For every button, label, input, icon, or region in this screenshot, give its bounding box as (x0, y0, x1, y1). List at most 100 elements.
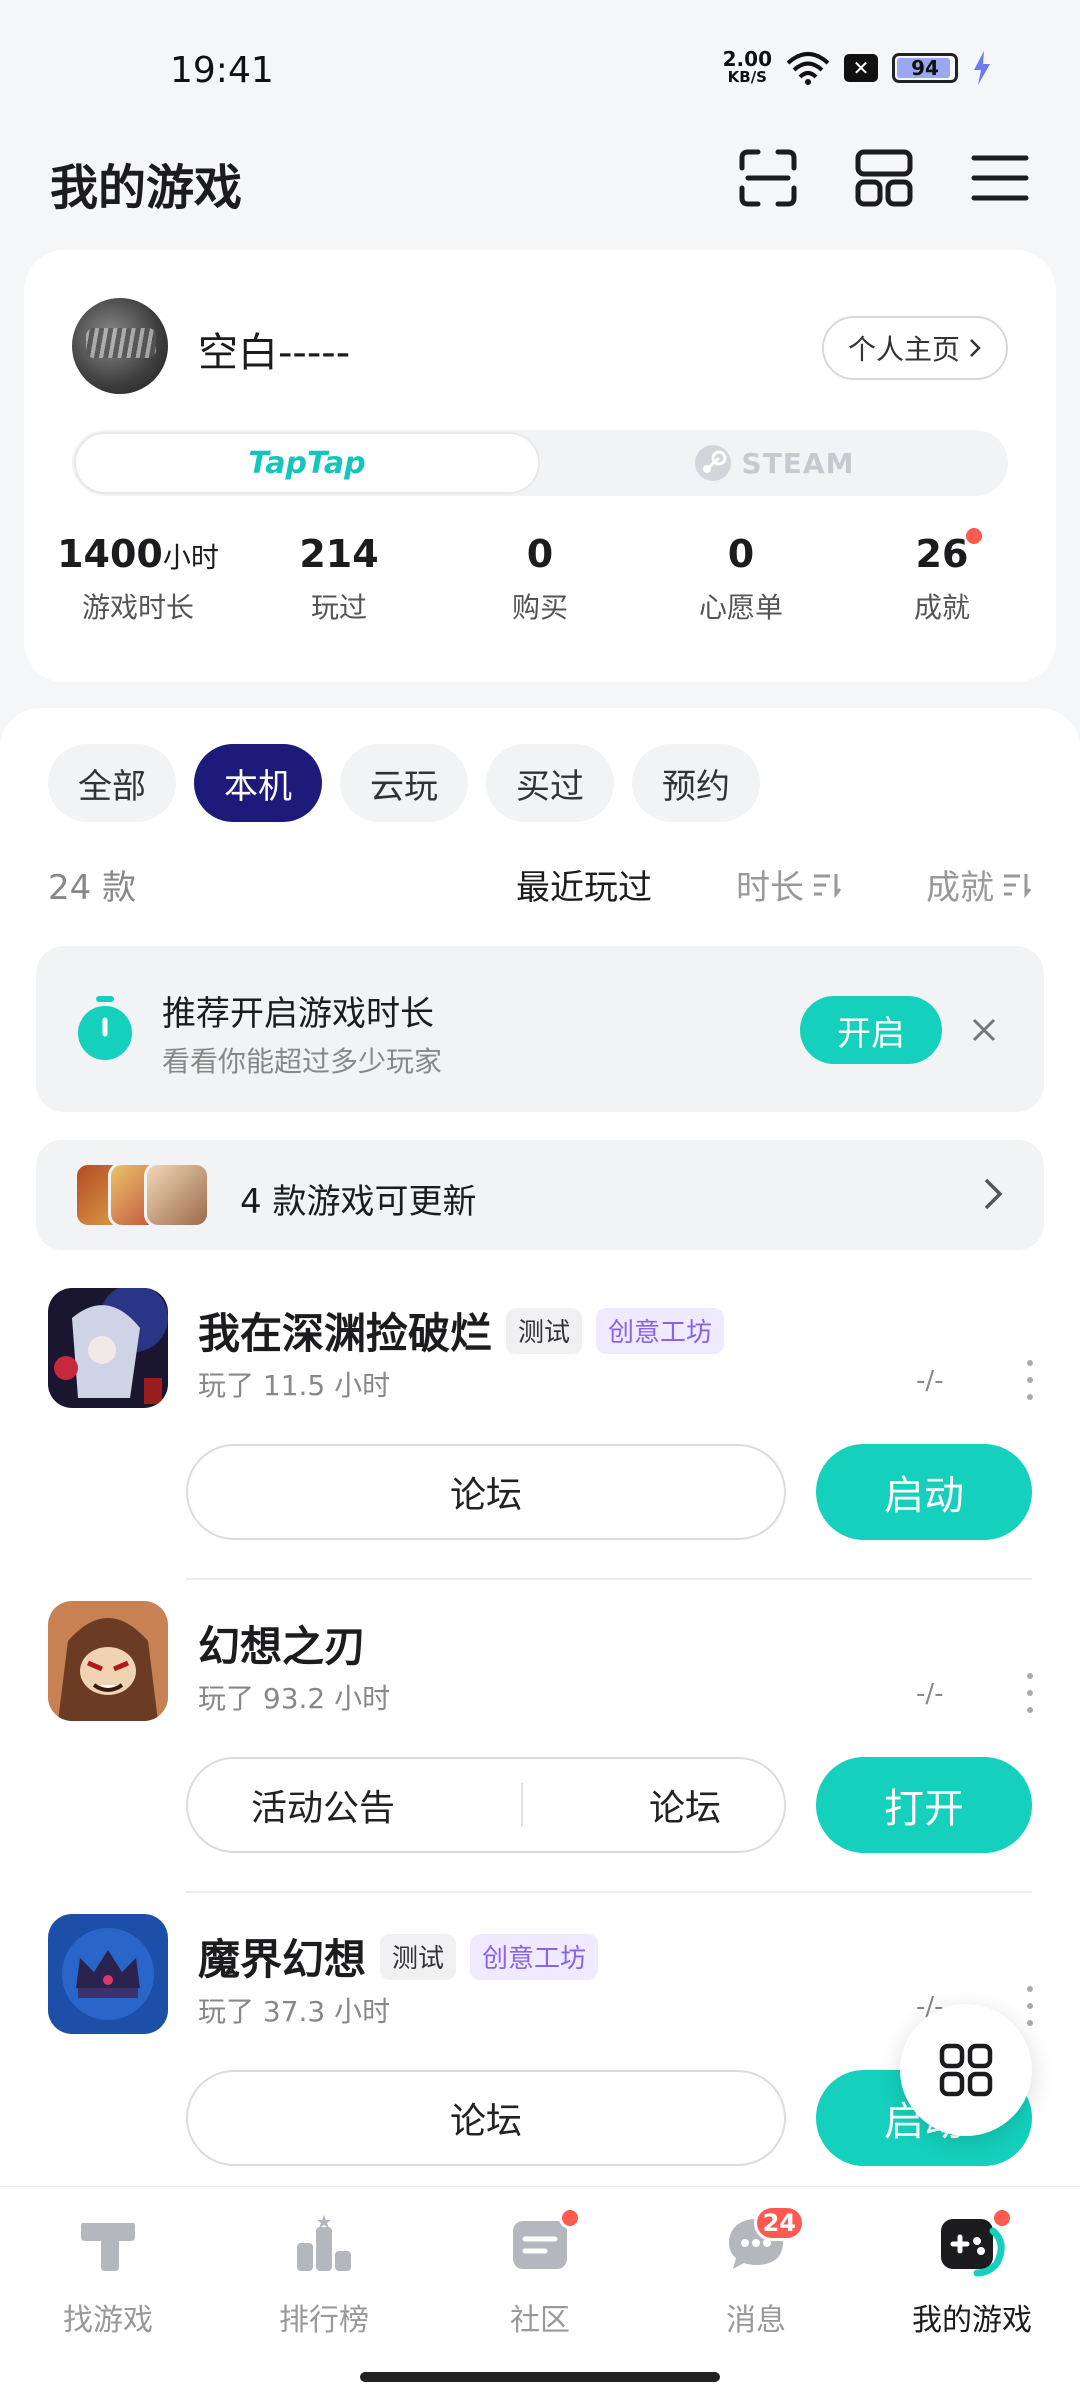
filter-reserved[interactable]: 预约 (632, 744, 760, 822)
open-button[interactable]: 打开 (816, 1757, 1032, 1853)
wifi-icon (786, 52, 830, 85)
close-button[interactable] (962, 1008, 1006, 1052)
stat-purchased[interactable]: 0 购买 (450, 532, 630, 626)
nav-label: 消息 (726, 2303, 786, 2338)
game-playtime: 玩了 93.2 小时 (198, 1682, 391, 1715)
game-icon[interactable] (48, 1914, 168, 2034)
tag-workshop: 创意工坊 (596, 1307, 725, 1354)
divider (186, 1891, 1032, 1893)
home-indicator[interactable] (360, 2372, 720, 2382)
sort-playtime[interactable]: 时长 (736, 860, 842, 909)
stat-label: 购买 (511, 591, 568, 624)
game-title[interactable]: 幻想之刃 (198, 1613, 366, 1674)
stat-playtime[interactable]: 1400小时 游戏时长 (48, 532, 228, 626)
battery-icon: 94 (892, 53, 958, 83)
sort-recent[interactable]: 最近玩过 (516, 860, 652, 909)
platform-switch: TapTap STEAM (72, 430, 1008, 496)
game-icon[interactable] (48, 1601, 168, 1721)
sort-playtime-label: 时长 (736, 868, 804, 908)
recommend-subtitle: 看看你能超过多少玩家 (162, 1045, 443, 1078)
filter-all[interactable]: 全部 (48, 744, 176, 822)
network-speed: 2.00 KB/S (722, 47, 772, 86)
nav-my-games[interactable]: 我的游戏 (864, 2207, 1080, 2339)
tab-taptap[interactable]: TapTap (74, 432, 540, 494)
forum-button[interactable]: 论坛 (186, 2070, 786, 2166)
no-sim-icon: ✕ (844, 54, 878, 82)
personal-homepage-label: 个人主页 (847, 333, 960, 366)
game-name: 幻想之刃 (198, 1622, 367, 1671)
launch-button[interactable]: 启动 (816, 1444, 1032, 1540)
game-name: 我在深渊捡破烂 (198, 1309, 493, 1358)
scan-icon (739, 149, 797, 207)
stat-achievements[interactable]: 26 成就 (852, 528, 1032, 626)
separator (520, 1783, 523, 1827)
layout-icon (855, 149, 913, 207)
sort-achievements-label: 成就 (926, 868, 994, 908)
playtime-recommend-card: 推荐开启游戏时长 看看你能超过多少玩家 开启 (36, 946, 1044, 1112)
find-games-icon (81, 2223, 135, 2271)
header-actions (736, 146, 1032, 210)
tag-test: 测试 (380, 1933, 457, 1980)
nav-messages[interactable]: 24 消息 (648, 2205, 864, 2339)
sort-icon (1004, 873, 1032, 898)
divider (186, 1578, 1032, 1580)
avatar[interactable] (72, 298, 168, 394)
filter-chips: 全部 本机 云玩 买过 预约 (48, 744, 760, 822)
message-count-badge: 24 (753, 2205, 805, 2241)
menu-button[interactable] (968, 146, 1032, 210)
filter-cloud[interactable]: 云玩 (340, 744, 468, 822)
more-options-icon[interactable] (1020, 1360, 1040, 1400)
game-name: 魔界幻想 (198, 1935, 367, 1984)
apps-grid-icon (939, 2043, 993, 2097)
game-title[interactable]: 魔界幻想 测试 创意工坊 (198, 1926, 599, 1987)
personal-homepage-button[interactable]: 个人主页 (821, 316, 1008, 380)
nav-label: 找游戏 (63, 2303, 153, 2338)
stat-wishlist[interactable]: 0 心愿单 (651, 532, 831, 626)
game-title[interactable]: 我在深渊捡破烂 测试 创意工坊 (198, 1300, 725, 1361)
ranking-icon (297, 2215, 351, 2271)
game-playtime: 玩了 11.5 小时 (198, 1369, 391, 1402)
nav-label: 排行榜 (279, 2303, 369, 2338)
username: 空白----- (198, 330, 351, 376)
nav-label: 社区 (510, 2303, 570, 2338)
layout-button[interactable] (852, 146, 916, 210)
secondary-actions: 活动公告 论坛 (186, 1757, 786, 1853)
more-options-icon[interactable] (1020, 1673, 1040, 1713)
nav-community[interactable]: 社区 (432, 2207, 648, 2339)
stopwatch-icon (78, 996, 132, 1060)
nav-ranking[interactable]: 排行榜 (216, 2211, 432, 2339)
more-options-icon[interactable] (1020, 1986, 1040, 2026)
tab-steam[interactable]: STEAM (542, 432, 1006, 494)
stats-row: 1400小时 游戏时长 214 玩过 0 购买 0 心愿单 26 成就 (48, 528, 1032, 626)
game-icon[interactable] (48, 1288, 168, 1408)
profile-card: 空白----- 个人主页 TapTap STEAM 1400小时 游戏时长 21… (24, 250, 1056, 682)
nav-find-games[interactable]: 找游戏 (0, 2211, 216, 2339)
enable-playtime-button[interactable]: 开启 (800, 996, 942, 1064)
stat-value: 0 (727, 532, 755, 576)
game-score: -/- (916, 1366, 944, 1396)
forum-button[interactable]: 论坛 (186, 1444, 786, 1540)
filter-local[interactable]: 本机 (194, 744, 322, 822)
game-count: 24 款 (48, 868, 137, 908)
game-playtime: 玩了 37.3 小时 (198, 1995, 391, 2028)
filter-purchased[interactable]: 买过 (486, 744, 614, 822)
tag-workshop: 创意工坊 (470, 1933, 599, 1980)
status-time: 19:41 (170, 50, 274, 91)
forum-button[interactable]: 论坛 (649, 1779, 721, 1831)
stat-value: 214 (299, 532, 379, 576)
sort-row: 24 款 最近玩过 时长 成就 (48, 860, 1032, 909)
scan-button[interactable] (736, 146, 800, 210)
sort-achievements[interactable]: 成就 (926, 860, 1032, 909)
stat-label: 心愿单 (698, 591, 783, 624)
notification-dot (991, 2207, 1013, 2229)
close-icon (972, 1018, 996, 1042)
game-score: -/- (916, 1679, 944, 1709)
stat-played[interactable]: 214 玩过 (249, 532, 429, 626)
stat-value: 0 (526, 532, 554, 576)
updates-banner[interactable]: 4 款游戏可更新 (36, 1140, 1044, 1250)
announcement-button[interactable]: 活动公告 (251, 1779, 395, 1831)
floating-apps-button[interactable] (900, 2004, 1032, 2136)
stat-value: 26 (915, 532, 969, 576)
stat-label: 游戏时长 (81, 591, 194, 624)
stat-value: 1400小时 (57, 532, 219, 576)
